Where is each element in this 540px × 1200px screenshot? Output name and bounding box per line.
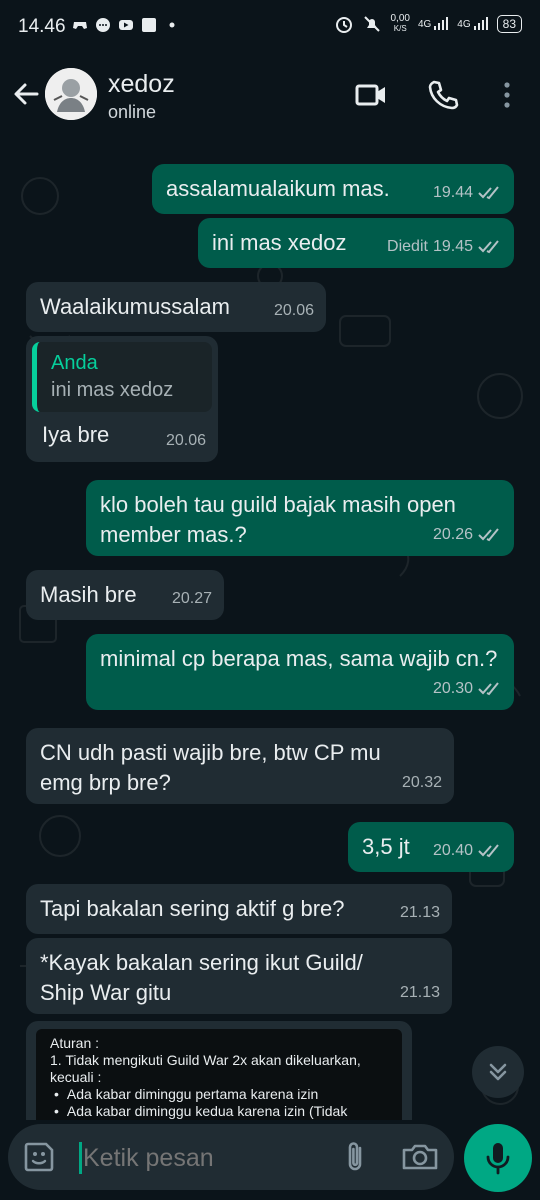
message-list[interactable]: assalamualaikum mas. 19.44 ini mas xedoz…	[0, 136, 540, 1120]
composer-bar	[0, 1120, 540, 1200]
quoted-message[interactable]: Anda ini mas xedoz	[32, 342, 212, 412]
mute-bell-icon	[364, 16, 381, 32]
message-time: 19.44	[432, 184, 473, 201]
message-meta: 20.30	[433, 674, 502, 704]
status-bar: 14.46 0,00 K/S 4G 4G 83	[0, 0, 540, 56]
message-outgoing[interactable]: assalamualaikum mas. 19.44	[152, 164, 514, 214]
double-check-icon	[478, 528, 499, 542]
message-meta: 20.26	[433, 520, 502, 550]
signal-sim2: 4G	[457, 17, 488, 31]
message-edited-label: Diedit	[387, 238, 428, 255]
double-check-icon	[478, 240, 499, 254]
message-time: 20.30	[432, 680, 473, 697]
message-outgoing[interactable]: minimal cp berapa mas, sama wajib cn.? 2…	[86, 634, 514, 710]
message-outgoing[interactable]: ini mas xedoz Diedit 19.45	[198, 218, 514, 268]
chat-icon	[96, 18, 110, 32]
message-time: 20.40	[432, 842, 473, 859]
battery-level: 83	[496, 15, 522, 33]
rules-bullet: Ada kabar diminggu kedua karena izin (Ti…	[54, 1103, 388, 1120]
message-incoming[interactable]: Waalaikumussalam 20.06	[26, 282, 326, 332]
composer-pill[interactable]	[8, 1124, 454, 1190]
message-text: CN udh pasti wajib bre, btw CP mu emg br…	[40, 740, 381, 795]
signal-icon	[473, 17, 488, 30]
message-outgoing[interactable]: klo boleh tau guild bajak masih open mem…	[86, 480, 514, 556]
message-time: 21.13	[399, 904, 440, 921]
sticker-icon[interactable]	[22, 1140, 56, 1174]
message-meta: 20.27	[172, 584, 212, 614]
signal-sim1: 4G	[418, 17, 449, 31]
message-meta: 20.40	[433, 836, 502, 866]
rules-list: Ada kabar diminggu pertama karena izin A…	[50, 1086, 388, 1120]
more-vert-icon[interactable]	[490, 78, 524, 112]
message-time: 20.06	[273, 302, 314, 319]
message-meta: 21.13	[400, 978, 440, 1008]
rules-bullet: Ada kabar diminggu pertama karena izin	[54, 1086, 388, 1103]
rules-text-image: Aturan : 1. Tidak mengikuti Guild War 2x…	[36, 1029, 402, 1120]
gamepad-icon	[73, 22, 87, 29]
chevrons-down-icon	[489, 1063, 507, 1081]
rules-line: 1. Tidak mengikuti Guild War 2x akan dik…	[50, 1052, 361, 1068]
status-time: 14.46	[18, 16, 66, 37]
message-meta: 19.44	[433, 178, 502, 208]
mic-icon	[486, 1143, 510, 1175]
net-speed: 0,00 K/S	[390, 13, 410, 34]
alarm-icon	[336, 17, 353, 33]
paperclip-icon[interactable]	[338, 1140, 372, 1174]
double-check-icon	[478, 186, 499, 200]
message-meta: 20.06	[274, 296, 314, 326]
status-right: 0,00 K/S 4G 4G 83	[334, 14, 522, 34]
double-check-icon	[478, 682, 499, 696]
voice-record-button[interactable]	[464, 1124, 532, 1192]
message-meta: 20.32	[402, 768, 442, 798]
message-incoming[interactable]: Masih bre 20.27	[26, 570, 224, 620]
phone-icon[interactable]	[426, 78, 460, 112]
message-time: 20.06	[165, 432, 206, 449]
message-time: 20.32	[401, 774, 442, 791]
message-meta: 21.13	[400, 898, 440, 928]
contact-name[interactable]: xedoz	[108, 70, 175, 99]
quoted-text: ini mas xedoz	[51, 379, 174, 401]
message-outgoing[interactable]: 3,5 jt 20.40	[348, 822, 514, 872]
message-time: 20.27	[171, 590, 212, 607]
message-text: *Kayak bakalan sering ikut Guild/ Ship W…	[40, 950, 363, 1005]
message-incoming[interactable]: Tapi bakalan sering aktif g bre? 21.13	[26, 884, 452, 934]
arrow-left-icon[interactable]	[10, 78, 42, 110]
message-text: Waalaikumussalam	[40, 294, 230, 319]
message-text: Tapi bakalan sering aktif g bre?	[40, 896, 345, 921]
square-icon	[142, 18, 156, 32]
double-check-icon	[478, 844, 499, 858]
rules-title: Aturan :	[50, 1035, 100, 1051]
youtube-icon	[119, 20, 133, 30]
text-caret	[79, 1142, 82, 1174]
message-time: 19.45	[432, 238, 473, 255]
message-incoming[interactable]: CN udh pasti wajib bre, btw CP mu emg br…	[26, 728, 454, 804]
message-incoming-image[interactable]: Aturan : 1. Tidak mengikuti Guild War 2x…	[26, 1021, 412, 1120]
signal-icon	[434, 17, 449, 30]
message-time: 20.26	[432, 526, 473, 543]
camera-icon[interactable]	[400, 1140, 440, 1174]
message-incoming[interactable]: *Kayak bakalan sering ikut Guild/ Ship W…	[26, 938, 452, 1014]
video-call-icon[interactable]	[354, 78, 388, 112]
message-text: minimal cp berapa mas, sama wajib cn.?	[100, 646, 498, 671]
avatar[interactable]	[45, 68, 97, 120]
message-meta: 20.06	[166, 426, 206, 456]
contact-status: online	[108, 102, 157, 122]
scroll-to-bottom-button[interactable]	[472, 1046, 524, 1098]
quoted-author: Anda	[51, 352, 98, 374]
avatar-image	[45, 68, 97, 120]
notification-icons	[72, 17, 180, 33]
message-incoming-reply[interactable]: Anda ini mas xedoz Iya bre 20.06	[26, 336, 218, 462]
rules-line: kecuali :	[50, 1069, 102, 1085]
message-time: 21.13	[399, 984, 440, 1001]
dot-icon	[169, 22, 175, 28]
message-input[interactable]	[83, 1144, 323, 1173]
message-meta: Diedit 19.45	[387, 232, 502, 262]
chat-header: xedoz online	[0, 56, 540, 136]
